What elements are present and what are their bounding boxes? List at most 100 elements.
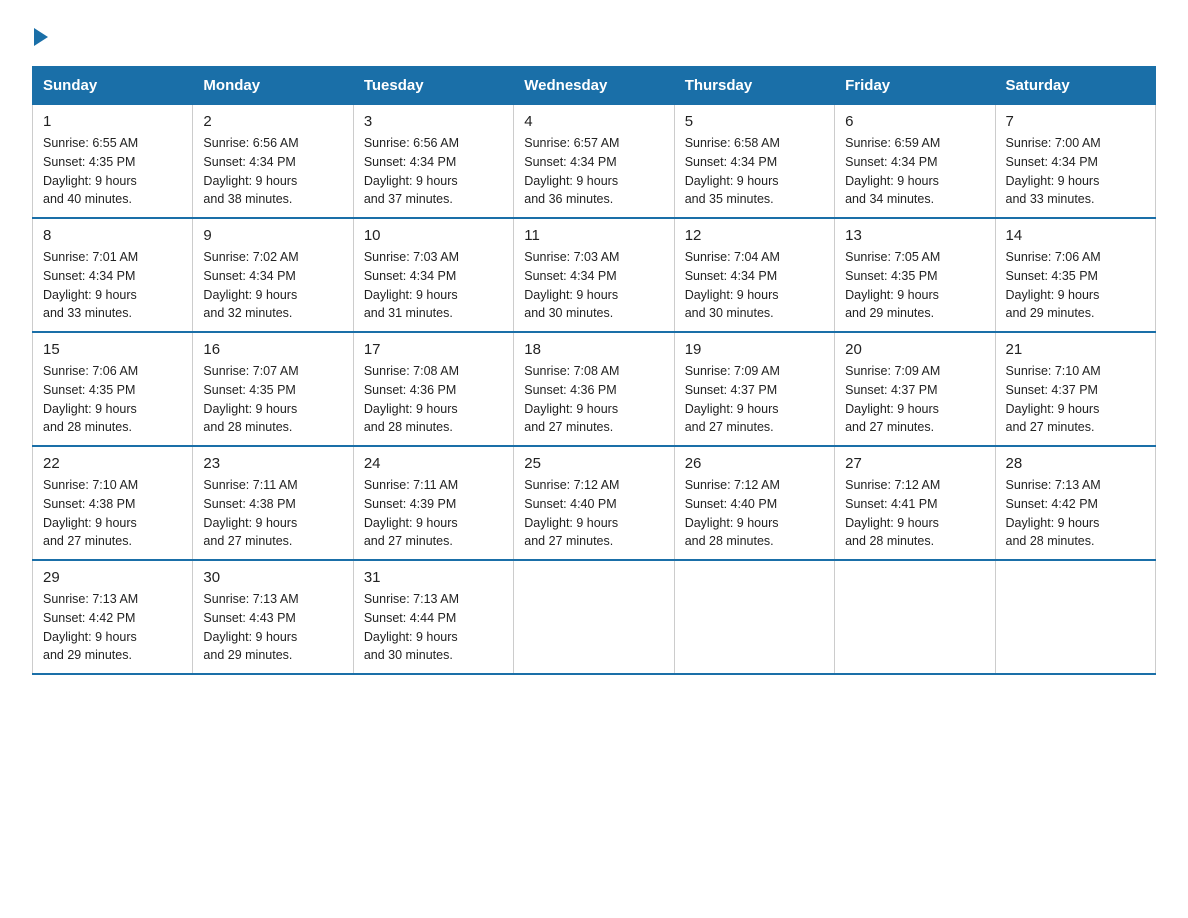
day-info: Sunrise: 7:08 AMSunset: 4:36 PMDaylight:… bbox=[524, 362, 663, 437]
day-info: Sunrise: 7:09 AMSunset: 4:37 PMDaylight:… bbox=[845, 362, 984, 437]
day-number: 31 bbox=[364, 569, 503, 586]
day-number: 17 bbox=[364, 341, 503, 358]
day-number: 3 bbox=[364, 113, 503, 130]
day-number: 11 bbox=[524, 227, 663, 244]
day-number: 1 bbox=[43, 113, 182, 130]
calendar-cell: 11Sunrise: 7:03 AMSunset: 4:34 PMDayligh… bbox=[514, 218, 674, 332]
calendar-cell: 1 Sunrise: 6:55 AMSunset: 4:35 PMDaylight… bbox=[33, 105, 193, 219]
calendar-cell: 6 Sunrise: 6:59 AMSunset: 4:34 PMDaylight… bbox=[835, 105, 995, 219]
day-number: 7 bbox=[1006, 113, 1145, 130]
calendar-cell: 19Sunrise: 7:09 AMSunset: 4:37 PMDayligh… bbox=[674, 332, 834, 446]
day-info: Sunrise: 7:13 AMSunset: 4:42 PMDaylight:… bbox=[1006, 476, 1145, 551]
day-number: 19 bbox=[685, 341, 824, 358]
day-number: 16 bbox=[203, 341, 342, 358]
day-number: 2 bbox=[203, 113, 342, 130]
day-number: 21 bbox=[1006, 341, 1145, 358]
day-number: 15 bbox=[43, 341, 182, 358]
calendar-cell: 7 Sunrise: 7:00 AMSunset: 4:34 PMDaylight… bbox=[995, 105, 1155, 219]
calendar-cell: 4Sunrise: 6:57 AMSunset: 4:34 PMDaylight… bbox=[514, 105, 674, 219]
calendar-cell: 2 Sunrise: 6:56 AMSunset: 4:34 PMDaylight… bbox=[193, 105, 353, 219]
day-number: 20 bbox=[845, 341, 984, 358]
calendar-cell: 12 Sunrise: 7:04 AMSunset: 4:34 PMDayligh… bbox=[674, 218, 834, 332]
day-number: 26 bbox=[685, 455, 824, 472]
calendar-week-row: 8 Sunrise: 7:01 AMSunset: 4:34 PMDaylight… bbox=[33, 218, 1156, 332]
day-info: Sunrise: 7:12 AMSunset: 4:40 PMDaylight:… bbox=[524, 476, 663, 551]
day-number: 9 bbox=[203, 227, 342, 244]
day-info: Sunrise: 6:55 AMSunset: 4:35 PMDaylight:… bbox=[43, 134, 182, 209]
calendar-cell: 31 Sunrise: 7:13 AMSunset: 4:44 PMDayligh… bbox=[353, 560, 513, 674]
col-header-wednesday: Wednesday bbox=[514, 67, 674, 105]
calendar-cell: 20 Sunrise: 7:09 AMSunset: 4:37 PMDayligh… bbox=[835, 332, 995, 446]
day-number: 23 bbox=[203, 455, 342, 472]
day-info: Sunrise: 7:11 AMSunset: 4:39 PMDaylight:… bbox=[364, 476, 503, 551]
day-info: Sunrise: 6:57 AMSunset: 4:34 PMDaylight:… bbox=[524, 134, 663, 209]
col-header-tuesday: Tuesday bbox=[353, 67, 513, 105]
day-info: Sunrise: 7:13 AMSunset: 4:43 PMDaylight:… bbox=[203, 590, 342, 665]
calendar-cell: 24 Sunrise: 7:11 AMSunset: 4:39 PMDayligh… bbox=[353, 446, 513, 560]
day-info: Sunrise: 7:10 AMSunset: 4:37 PMDaylight:… bbox=[1006, 362, 1145, 437]
day-info: Sunrise: 7:04 AMSunset: 4:34 PMDaylight:… bbox=[685, 248, 824, 323]
logo-arrow-icon bbox=[34, 28, 48, 46]
day-number: 24 bbox=[364, 455, 503, 472]
col-header-saturday: Saturday bbox=[995, 67, 1155, 105]
calendar-cell: 22 Sunrise: 7:10 AMSunset: 4:38 PMDayligh… bbox=[33, 446, 193, 560]
day-info: Sunrise: 7:01 AMSunset: 4:34 PMDaylight:… bbox=[43, 248, 182, 323]
day-number: 6 bbox=[845, 113, 984, 130]
day-info: Sunrise: 6:59 AMSunset: 4:34 PMDaylight:… bbox=[845, 134, 984, 209]
calendar-cell: 29Sunrise: 7:13 AMSunset: 4:42 PMDayligh… bbox=[33, 560, 193, 674]
calendar-header-row: SundayMondayTuesdayWednesdayThursdayFrid… bbox=[33, 67, 1156, 105]
calendar-cell: 21 Sunrise: 7:10 AMSunset: 4:37 PMDayligh… bbox=[995, 332, 1155, 446]
day-info: Sunrise: 7:03 AMSunset: 4:34 PMDaylight:… bbox=[364, 248, 503, 323]
day-info: Sunrise: 7:05 AMSunset: 4:35 PMDaylight:… bbox=[845, 248, 984, 323]
day-info: Sunrise: 7:12 AMSunset: 4:41 PMDaylight:… bbox=[845, 476, 984, 551]
day-number: 28 bbox=[1006, 455, 1145, 472]
day-info: Sunrise: 7:02 AMSunset: 4:34 PMDaylight:… bbox=[203, 248, 342, 323]
day-info: Sunrise: 7:00 AMSunset: 4:34 PMDaylight:… bbox=[1006, 134, 1145, 209]
calendar-cell: 26 Sunrise: 7:12 AMSunset: 4:40 PMDayligh… bbox=[674, 446, 834, 560]
day-info: Sunrise: 7:07 AMSunset: 4:35 PMDaylight:… bbox=[203, 362, 342, 437]
day-info: Sunrise: 6:58 AMSunset: 4:34 PMDaylight:… bbox=[685, 134, 824, 209]
calendar-cell: 28 Sunrise: 7:13 AMSunset: 4:42 PMDayligh… bbox=[995, 446, 1155, 560]
calendar-cell: 18Sunrise: 7:08 AMSunset: 4:36 PMDayligh… bbox=[514, 332, 674, 446]
day-info: Sunrise: 7:11 AMSunset: 4:38 PMDaylight:… bbox=[203, 476, 342, 551]
calendar-table: SundayMondayTuesdayWednesdayThursdayFrid… bbox=[32, 66, 1156, 675]
calendar-cell bbox=[674, 560, 834, 674]
day-number: 8 bbox=[43, 227, 182, 244]
day-number: 12 bbox=[685, 227, 824, 244]
calendar-week-row: 22 Sunrise: 7:10 AMSunset: 4:38 PMDayligh… bbox=[33, 446, 1156, 560]
calendar-week-row: 15 Sunrise: 7:06 AMSunset: 4:35 PMDayligh… bbox=[33, 332, 1156, 446]
calendar-cell: 30 Sunrise: 7:13 AMSunset: 4:43 PMDayligh… bbox=[193, 560, 353, 674]
col-header-sunday: Sunday bbox=[33, 67, 193, 105]
calendar-cell: 10Sunrise: 7:03 AMSunset: 4:34 PMDayligh… bbox=[353, 218, 513, 332]
logo bbox=[32, 24, 48, 46]
day-number: 25 bbox=[524, 455, 663, 472]
day-info: Sunrise: 6:56 AMSunset: 4:34 PMDaylight:… bbox=[203, 134, 342, 209]
day-info: Sunrise: 7:12 AMSunset: 4:40 PMDaylight:… bbox=[685, 476, 824, 551]
calendar-body: 1 Sunrise: 6:55 AMSunset: 4:35 PMDaylight… bbox=[33, 105, 1156, 675]
day-number: 30 bbox=[203, 569, 342, 586]
calendar-cell: 8 Sunrise: 7:01 AMSunset: 4:34 PMDaylight… bbox=[33, 218, 193, 332]
calendar-cell bbox=[514, 560, 674, 674]
calendar-cell bbox=[835, 560, 995, 674]
calendar-cell: 15 Sunrise: 7:06 AMSunset: 4:35 PMDayligh… bbox=[33, 332, 193, 446]
col-header-monday: Monday bbox=[193, 67, 353, 105]
page-header bbox=[32, 24, 1156, 46]
day-number: 14 bbox=[1006, 227, 1145, 244]
calendar-cell: 17Sunrise: 7:08 AMSunset: 4:36 PMDayligh… bbox=[353, 332, 513, 446]
calendar-cell bbox=[995, 560, 1155, 674]
day-info: Sunrise: 7:06 AMSunset: 4:35 PMDaylight:… bbox=[43, 362, 182, 437]
day-info: Sunrise: 6:56 AMSunset: 4:34 PMDaylight:… bbox=[364, 134, 503, 209]
calendar-cell: 3 Sunrise: 6:56 AMSunset: 4:34 PMDaylight… bbox=[353, 105, 513, 219]
calendar-cell: 14 Sunrise: 7:06 AMSunset: 4:35 PMDayligh… bbox=[995, 218, 1155, 332]
day-number: 22 bbox=[43, 455, 182, 472]
col-header-thursday: Thursday bbox=[674, 67, 834, 105]
day-number: 5 bbox=[685, 113, 824, 130]
calendar-cell: 27 Sunrise: 7:12 AMSunset: 4:41 PMDayligh… bbox=[835, 446, 995, 560]
calendar-cell: 16 Sunrise: 7:07 AMSunset: 4:35 PMDayligh… bbox=[193, 332, 353, 446]
calendar-week-row: 1 Sunrise: 6:55 AMSunset: 4:35 PMDaylight… bbox=[33, 105, 1156, 219]
day-number: 27 bbox=[845, 455, 984, 472]
day-info: Sunrise: 7:10 AMSunset: 4:38 PMDaylight:… bbox=[43, 476, 182, 551]
calendar-week-row: 29Sunrise: 7:13 AMSunset: 4:42 PMDayligh… bbox=[33, 560, 1156, 674]
day-info: Sunrise: 7:13 AMSunset: 4:44 PMDaylight:… bbox=[364, 590, 503, 665]
day-info: Sunrise: 7:06 AMSunset: 4:35 PMDaylight:… bbox=[1006, 248, 1145, 323]
